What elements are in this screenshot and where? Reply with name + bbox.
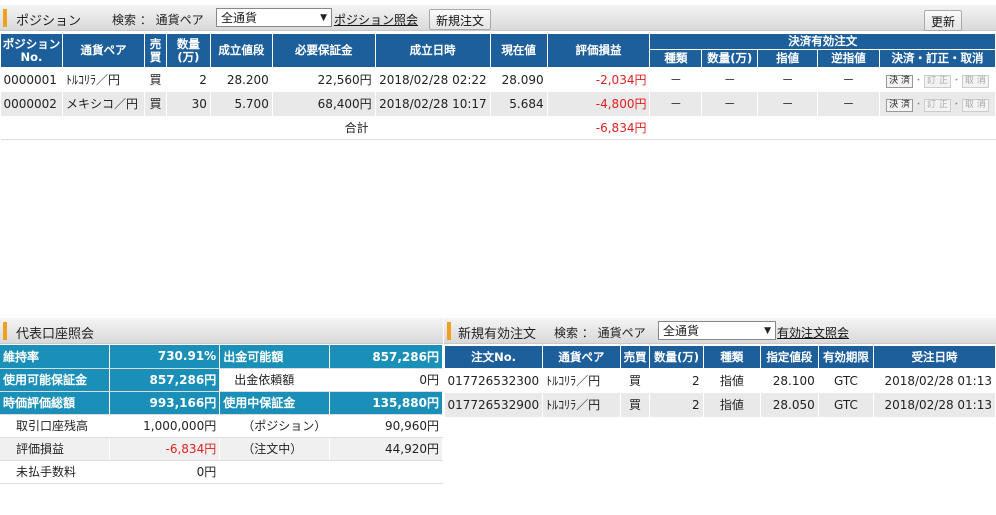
orders-title: 新規有効注文: [458, 327, 537, 342]
account-panel-header: 代表口座照会: [0, 318, 443, 344]
stop: －: [817, 67, 880, 92]
pair: ﾄﾙｺﾘﾗ／円: [62, 67, 145, 92]
position-table: ポジション No. 通貨ペア 売 買 数量 (万) 成立値段 必要保証金 成立日…: [0, 33, 996, 140]
col-kind: 種類: [649, 49, 703, 68]
row-actions: 決 済・訂 正・取 消: [879, 91, 996, 116]
table-row: 0000001 ﾄﾙｺﾘﾗ／円 買 2 28.200 22,560円 2018/…: [0, 67, 996, 92]
datetime: 2018/02/28 02:22: [375, 67, 491, 92]
table-row: 017726532300 ﾄﾙｺﾘﾗ／円 買 2 指値 28.100 GTC 2…: [444, 368, 996, 393]
pl: -4,800円: [547, 91, 651, 116]
settle-qty: －: [701, 91, 759, 116]
accent-bar: [3, 9, 7, 27]
position-panel-header: ポジション 検索 ： 通貨ペア 全通貨 ▼ ポジション照会 新規注文 更新: [0, 5, 996, 31]
position-no: 0000002: [0, 91, 63, 116]
col-qty: 数量 (万): [165, 33, 211, 68]
total-label: 合計: [0, 115, 548, 140]
account-title: 代表口座照会: [16, 327, 95, 342]
table-row: 0000002 メキシコ／円 買 30 5.700 68,400円 2018/0…: [0, 91, 996, 116]
new-order-button[interactable]: 新規注文: [429, 9, 492, 30]
col-datetime: 成立日時: [374, 33, 491, 68]
cancel-button[interactable]: 取 消: [961, 98, 989, 112]
price: 5.700: [210, 91, 273, 116]
kind: －: [649, 91, 703, 116]
col-kind: 種類: [702, 345, 761, 369]
table-row: 017726532900 ﾄﾙｺﾘﾗ／円 買 2 指値 28.050 GTC 2…: [444, 392, 996, 417]
price: 28.200: [210, 67, 273, 92]
currency-filter-select[interactable]: 全通貨 ▼: [216, 8, 332, 27]
col-settle-group: 決済有効注文: [649, 33, 996, 50]
orders-inquiry-link[interactable]: 有効注文照会: [777, 324, 849, 341]
col-position-no: ポジション No.: [0, 33, 63, 68]
orders-currency-filter-select[interactable]: 全通貨 ▼: [658, 321, 776, 340]
col-side: 売 買: [143, 33, 167, 68]
col-stop: 逆指値: [817, 49, 880, 68]
refresh-button[interactable]: 更新: [924, 10, 963, 31]
total-row: 合計 -6,834円: [0, 115, 996, 140]
col-current: 現在値: [489, 33, 548, 68]
col-qty: 数量(万): [649, 345, 704, 369]
col-expiry: 有効期限: [817, 345, 875, 369]
chevron-down-icon: ▼: [320, 12, 327, 23]
col-pair: 通貨ペア: [61, 33, 145, 68]
orders-search-label: 検索 ： 通貨ペア: [554, 326, 646, 340]
orders-panel-header: 新規有効注文 検索 ： 通貨ペア 全通貨 ▼ 有効注文照会: [444, 318, 996, 344]
account-table: 維持率 730.91% 出金可能額 857,286円 使用可能保証金 857,286円出…: [0, 345, 443, 484]
col-pair: 通貨ペア: [542, 345, 621, 369]
col-order-no: 注文No.: [443, 345, 544, 369]
margin: 68,400円: [272, 91, 376, 116]
col-price: 指定値段: [759, 345, 819, 369]
currency-search-label: 検索 ： 通貨ペア: [112, 13, 204, 27]
pair: メキシコ／円: [62, 91, 145, 116]
col-datetime: 受注日時: [873, 345, 996, 369]
qty: 30: [166, 91, 211, 116]
position-inquiry-link[interactable]: ポジション照会: [334, 11, 418, 28]
col-margin: 必要保証金: [271, 33, 376, 68]
modify-button[interactable]: 訂 正: [924, 74, 951, 88]
cancel-button[interactable]: 取 消: [961, 74, 989, 88]
orders-table: 注文No. 通貨ペア 売買 数量(万) 種類 指定値段 有効期限 受注日時 01…: [443, 345, 996, 417]
position-no: 0000001: [0, 67, 63, 92]
accent-bar: [3, 322, 7, 340]
modify-button[interactable]: 訂 正: [924, 98, 951, 112]
limit: －: [757, 91, 819, 116]
accent-bar: [447, 322, 451, 340]
side: 買: [144, 67, 167, 92]
position-title: ポジション: [16, 14, 82, 29]
limit: －: [757, 67, 819, 92]
margin: 22,560円: [272, 67, 376, 92]
kind: －: [649, 67, 703, 92]
side: 買: [144, 91, 167, 116]
col-price: 成立値段: [209, 33, 273, 68]
current-price: 5.684: [490, 91, 548, 116]
chevron-down-icon: ▼: [764, 325, 771, 336]
col-side: 売買: [619, 345, 651, 369]
qty: 2: [166, 67, 211, 92]
settle-button[interactable]: 決 済: [886, 74, 913, 88]
total-pl: -6,834円: [547, 115, 651, 140]
col-pl: 評価損益: [546, 33, 651, 68]
settle-qty: －: [701, 67, 759, 92]
col-settle-qty: 数量(万): [701, 49, 759, 68]
current-price: 28.090: [490, 67, 548, 92]
row-actions: 決 済・訂 正・取 消: [879, 67, 996, 92]
settle-button[interactable]: 決 済: [886, 98, 913, 112]
stop: －: [817, 91, 880, 116]
col-actions: 決済・訂正・取消: [878, 49, 996, 68]
col-limit: 指値: [757, 49, 819, 68]
datetime: 2018/02/28 10:17: [375, 91, 491, 116]
pl: -2,034円: [547, 67, 651, 92]
